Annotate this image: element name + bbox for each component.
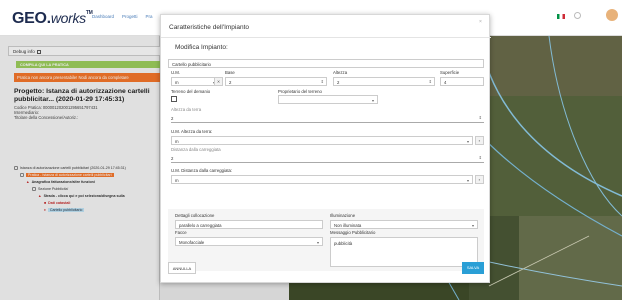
logo[interactable]: GEO.worksTM <box>12 10 93 28</box>
facce-label: Facce <box>175 230 187 235</box>
altezza-input[interactable]: 2 ⇕ <box>333 77 435 86</box>
dettagli-label: Dettagli collocazione <box>175 213 215 218</box>
modal-subtitle: Modifica Impianto: <box>175 44 228 51</box>
proprietario-label: Proprietario del terreno <box>278 89 322 94</box>
nav-dashboard[interactable]: Dashboard <box>92 14 114 19</box>
chevron-down-icon: ▾ <box>371 97 374 103</box>
impianto-name-field[interactable]: Cartello pubblicitario <box>168 59 484 68</box>
stepper-icon[interactable]: ⇕ <box>321 79 324 84</box>
top-nav: Dashboard Progetti Pra <box>92 14 153 19</box>
save-button[interactable]: SALVA <box>462 262 484 274</box>
modal-title: Caratteristiche dell'Impianto <box>169 24 249 31</box>
chevron-down-icon: ▾ <box>466 177 469 183</box>
um-distanza-label: U.M. Distanza dalla carreggiata: <box>171 168 233 173</box>
dettagli-input[interactable]: parallelo a carreggiata <box>175 220 323 229</box>
altezza-terra-input[interactable]: 2 ⇕ <box>171 114 484 123</box>
stepper-icon[interactable]: ⇕ <box>479 155 482 160</box>
nav-progetti[interactable]: Progetti <box>122 14 138 19</box>
stepper-icon[interactable]: ⇕ <box>479 115 482 120</box>
impianto-modal: Caratteristiche dell'Impianto × Modifica… <box>160 14 491 283</box>
um-clear-button[interactable]: ✕ <box>214 77 223 86</box>
um-select[interactable]: m▾ <box>171 77 219 86</box>
delete-icon[interactable]: ▪ <box>475 175 484 184</box>
proprietario-select[interactable]: ▾ <box>278 95 378 104</box>
terreno-demanio-checkbox[interactable] <box>171 96 177 102</box>
facce-select[interactable]: Monofacciale ▾ <box>175 237 323 246</box>
close-icon[interactable]: × <box>479 19 482 25</box>
messaggio-textarea[interactable]: pubblicità <box>330 237 478 267</box>
um-altezza-terra-select[interactable]: m ▾ <box>171 136 473 145</box>
notification-icon[interactable] <box>574 12 581 19</box>
chevron-down-icon: ▾ <box>471 222 474 228</box>
avatar[interactable] <box>606 9 618 21</box>
illuminazione-label: Illuminazione <box>330 213 356 218</box>
stepper-icon[interactable]: ⇕ <box>429 79 432 84</box>
base-label: Base <box>225 70 235 75</box>
um-label: U.M. <box>171 70 181 75</box>
distanza-input[interactable]: 2 ⇕ <box>171 154 484 163</box>
modal-divider <box>161 37 491 38</box>
delete-icon[interactable]: ▪ <box>475 136 484 145</box>
terreno-demanio-label: Terreno del demanio <box>171 89 211 94</box>
distanza-label: Distanza dalla carreggiata <box>171 147 221 152</box>
base-input[interactable]: 2 ⇕ <box>225 77 327 86</box>
chevron-down-icon: ▾ <box>316 239 319 245</box>
chevron-down-icon: ▾ <box>466 138 469 144</box>
messaggio-label: Messaggio Pubblicitario <box>330 230 376 235</box>
um-distanza-select[interactable]: m ▾ <box>171 175 473 184</box>
um-altezza-terra-label: U.M. Altezza da terra: <box>171 129 213 134</box>
superficie-input: 4 <box>440 77 484 86</box>
altezza-label: Altezza <box>333 70 348 75</box>
italy-flag-icon[interactable] <box>557 14 565 19</box>
altezza-terra-label: Altezza da terra <box>171 107 202 112</box>
cancel-button[interactable]: ANNULLA <box>168 262 196 274</box>
nav-pratiche[interactable]: Pra <box>146 14 153 19</box>
illuminazione-select[interactable]: Non illuminata ▾ <box>330 220 478 229</box>
superficie-label: Superficie <box>440 70 460 75</box>
